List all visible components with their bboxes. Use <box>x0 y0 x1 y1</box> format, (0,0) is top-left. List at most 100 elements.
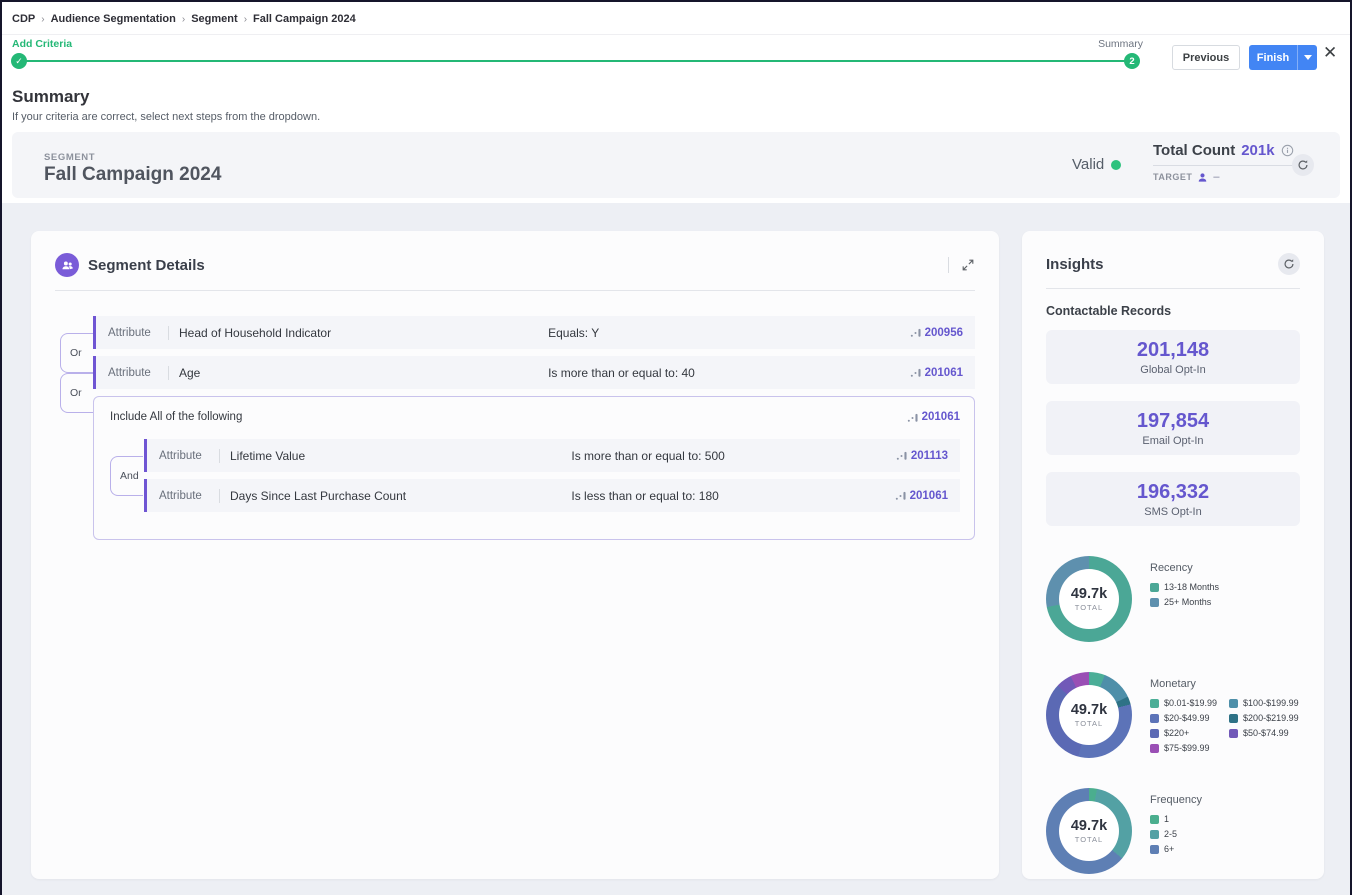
refresh-insights-button[interactable] <box>1278 253 1300 275</box>
criteria-type-label: Attribute <box>159 490 209 502</box>
legend-item: $200-$219.99 <box>1229 713 1299 723</box>
criteria-count[interactable]: 201061 <box>925 367 963 379</box>
finish-button[interactable]: Finish <box>1249 45 1317 70</box>
legend-swatch <box>1150 583 1159 592</box>
legend-label: $75-$99.99 <box>1164 743 1210 753</box>
segment-details-title: Segment Details <box>88 257 205 274</box>
finish-dropdown-toggle[interactable] <box>1297 45 1317 70</box>
criteria-row[interactable]: Attribute Lifetime Value Is more than or… <box>144 439 960 472</box>
stepper-progress-line <box>18 60 1128 62</box>
segment-details-panel: Segment Details Attribute Head of Househ… <box>31 231 999 879</box>
segment-header-band: SEGMENT Fall Campaign 2024 Valid Total C… <box>12 132 1340 198</box>
legend-item: 2-5 <box>1150 829 1202 839</box>
legend-label: $0.01-$19.99 <box>1164 698 1217 708</box>
monetary-donut: 49.7k TOTAL <box>1046 672 1132 758</box>
connector-or: Or <box>60 373 93 413</box>
wizard-stepper: Add Criteria ✓ Summary 2 Previous Finish… <box>2 35 1350 79</box>
legend-swatch <box>1150 830 1159 839</box>
segment-kicker: SEGMENT <box>44 152 95 163</box>
legend-swatch <box>1150 815 1159 824</box>
refresh-icon <box>1297 159 1309 171</box>
users-icon <box>61 259 74 272</box>
panel-divider <box>55 290 975 291</box>
legend-label: 2-5 <box>1164 829 1177 839</box>
legend-item: $100-$199.99 <box>1229 698 1299 708</box>
criteria-row[interactable]: Attribute Age Is more than or equal to: … <box>93 356 975 389</box>
step-complete-check-icon[interactable]: ✓ <box>11 53 27 69</box>
legend-item: 6+ <box>1150 844 1202 854</box>
criteria-attribute-name: Age <box>179 366 538 380</box>
legend-swatch <box>1150 845 1159 854</box>
legend-item: $220+ <box>1150 728 1217 738</box>
criteria-condition: Equals: Y <box>548 326 900 340</box>
close-icon[interactable]: ✕ <box>1323 44 1337 61</box>
recency-donut: 49.7k TOTAL <box>1046 556 1132 642</box>
stat-label: SMS Opt-In <box>1052 506 1294 518</box>
frequency-chart: 49.7k TOTAL Frequency 1 2-5 6+ <box>1046 788 1300 874</box>
count-chart-icon <box>910 367 921 378</box>
segment-name: Fall Campaign 2024 <box>44 164 221 186</box>
contactable-records-label: Contactable Records <box>1046 304 1300 318</box>
criteria-row[interactable]: Attribute Head of Household Indicator Eq… <box>93 316 975 349</box>
stat-value: 201,148 <box>1052 339 1294 362</box>
breadcrumb-item-current: Fall Campaign 2024 <box>253 13 356 25</box>
row-divider <box>168 366 169 380</box>
criteria-row[interactable]: Attribute Days Since Last Purchase Count… <box>144 479 960 512</box>
legend-item: 13-18 Months <box>1150 582 1219 592</box>
legend-item: 1 <box>1150 814 1202 824</box>
frequency-donut: 49.7k TOTAL <box>1046 788 1132 874</box>
legend-swatch <box>1150 729 1159 738</box>
previous-button[interactable]: Previous <box>1172 45 1240 70</box>
target-value: – <box>1213 171 1219 183</box>
refresh-count-button[interactable] <box>1292 154 1314 176</box>
step-add-criteria-label[interactable]: Add Criteria <box>12 38 72 50</box>
count-chart-icon <box>910 327 921 338</box>
breadcrumb-item-segment[interactable]: Segment <box>191 13 237 25</box>
legend-label: 25+ Months <box>1164 597 1211 607</box>
finish-button-label: Finish <box>1249 52 1297 64</box>
chart-title: Recency <box>1150 562 1219 574</box>
count-chart-icon <box>907 412 918 423</box>
step-summary-label[interactable]: Summary <box>1097 38 1143 50</box>
criteria-condition: Is less than or equal to: 180 <box>571 489 884 503</box>
criteria-count[interactable]: 201061 <box>910 490 948 502</box>
criteria-type-label: Attribute <box>108 367 158 379</box>
criteria-attribute-name: Lifetime Value <box>230 449 561 463</box>
legend-label: $20-$49.99 <box>1164 713 1210 723</box>
legend-label: 6+ <box>1164 844 1174 854</box>
connector-and: And <box>110 456 143 496</box>
group-count-value[interactable]: 201061 <box>922 411 960 423</box>
donut-total-label: TOTAL <box>1075 835 1103 844</box>
donut-total-value: 49.7k <box>1071 586 1107 602</box>
criteria-condition: Is more than or equal to: 500 <box>571 449 886 463</box>
connector-or: Or <box>60 333 93 373</box>
refresh-icon <box>1283 258 1295 270</box>
panel-divider <box>1046 288 1300 289</box>
info-icon[interactable] <box>1281 144 1294 157</box>
legend-label: $50-$74.99 <box>1243 728 1289 738</box>
chevron-down-icon <box>1304 55 1312 60</box>
legend-swatch <box>1229 699 1238 708</box>
step-2-badge[interactable]: 2 <box>1124 53 1140 69</box>
total-count-label: Total Count <box>1153 142 1235 159</box>
donut-total-value: 49.7k <box>1071 818 1107 834</box>
criteria-attribute-name: Head of Household Indicator <box>179 326 538 340</box>
legend-label: $200-$219.99 <box>1243 713 1299 723</box>
legend-item: $75-$99.99 <box>1150 743 1217 753</box>
donut-total-label: TOTAL <box>1075 719 1103 728</box>
insights-title: Insights <box>1046 256 1104 273</box>
chart-title: Frequency <box>1150 794 1202 806</box>
stat-label: Email Opt-In <box>1052 435 1294 447</box>
breadcrumb-item-cdp[interactable]: CDP <box>12 13 35 25</box>
stat-card-sms-opt-in: 196,332 SMS Opt-In <box>1046 472 1300 526</box>
recency-chart: 49.7k TOTAL Recency 13-18 Months 25+ Mont… <box>1046 556 1300 642</box>
criteria-count[interactable]: 200956 <box>925 327 963 339</box>
expand-icon[interactable] <box>961 258 975 272</box>
legend-label: $100-$199.99 <box>1243 698 1299 708</box>
criteria-count[interactable]: 201113 <box>911 450 948 462</box>
legend-swatch <box>1150 699 1159 708</box>
breadcrumb-separator: › <box>41 14 44 25</box>
status-text: Valid <box>1072 156 1104 173</box>
breadcrumb-item-audience-segmentation[interactable]: Audience Segmentation <box>51 13 176 25</box>
legend-label: $220+ <box>1164 728 1189 738</box>
